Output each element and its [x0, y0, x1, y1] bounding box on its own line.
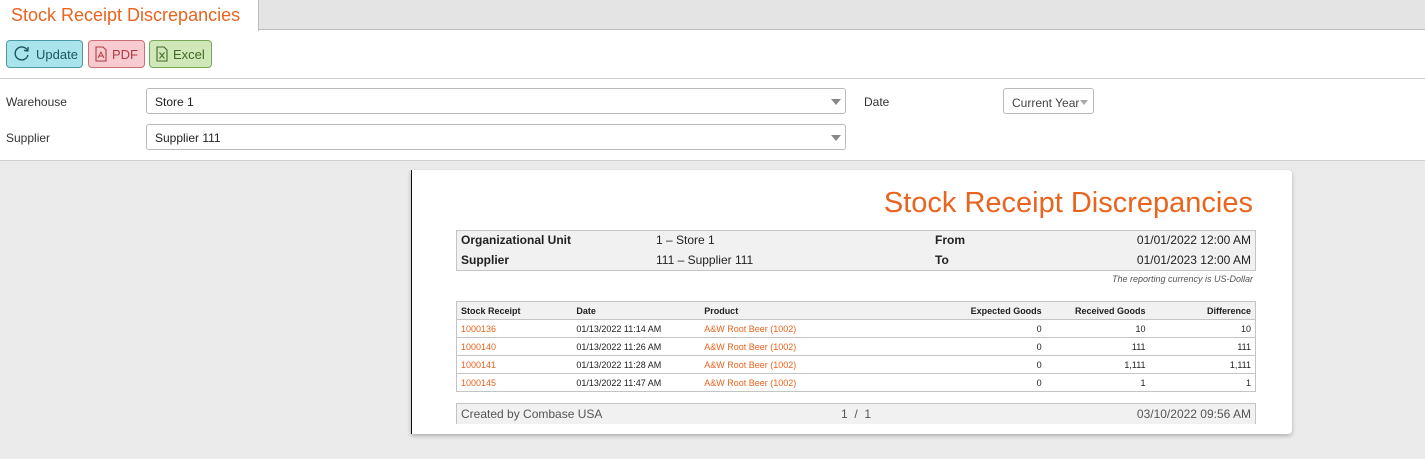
warehouse-value: Store 1: [155, 95, 194, 109]
warehouse-select[interactable]: Store 1: [146, 88, 846, 114]
refresh-icon: [13, 45, 31, 63]
pdf-button[interactable]: PDF: [88, 40, 145, 68]
receipt-date: 01/13/2022 11:47 AM: [572, 373, 701, 392]
from-value: 01/01/2022 12:00 AM: [1136, 233, 1251, 247]
excel-file-icon: [156, 46, 168, 62]
expected-goods: 0: [925, 373, 1046, 392]
warehouse-label: Warehouse: [6, 95, 67, 109]
column-header: Date: [572, 301, 701, 320]
received-goods: 10: [1045, 319, 1150, 338]
date-label: Date: [864, 95, 890, 109]
expected-goods: 0: [925, 355, 1046, 374]
table-row: 1000141 01/13/2022 11:28 AM A&W Root Bee…: [456, 355, 1256, 374]
update-label: Update: [36, 46, 78, 62]
supplier-label: Supplier: [6, 131, 51, 145]
table-row: 1000136 01/13/2022 11:14 AM A&W Root Bee…: [456, 319, 1256, 338]
report-title: Stock Receipt Discrepancies: [883, 187, 1253, 219]
tab-bar: Stock Receipt Discrepancies: [0, 0, 1425, 31]
currency-note: The reporting currency is US-Dollar: [1111, 274, 1253, 284]
created-by: Created by Combase USA: [461, 407, 603, 421]
tab-stock-receipt-discrepancies[interactable]: Stock Receipt Discrepancies: [0, 0, 259, 31]
chevron-down-icon: [831, 99, 841, 105]
difference: 1,111: [1149, 355, 1256, 374]
receipt-date: 01/13/2022 11:14 AM: [572, 319, 701, 338]
table-row: 1000145 01/13/2022 11:47 AM A&W Root Bee…: [456, 373, 1256, 392]
to-label: To: [935, 253, 949, 267]
table-header-row: Stock Receipt Date Product Expected Good…: [456, 301, 1256, 320]
column-header: Stock Receipt: [456, 301, 573, 320]
report-footer: Created by Combase USA 1 / 1 03/10/2022 …: [456, 403, 1256, 424]
pdf-file-icon: [95, 46, 107, 62]
report-page: Stock Receipt Discrepancies Organization…: [411, 170, 1292, 434]
excel-label: Excel: [173, 46, 205, 62]
update-button[interactable]: Update: [6, 40, 83, 68]
supplier-select[interactable]: Supplier 111: [146, 124, 846, 150]
received-goods: 111: [1045, 337, 1150, 356]
chevron-down-icon: [1080, 100, 1088, 105]
chevron-down-icon: [831, 135, 841, 141]
stock-receipt-link[interactable]: 1000145: [456, 373, 573, 392]
org-unit-value: 1 – Store 1: [656, 233, 715, 247]
received-goods: 1,111: [1045, 355, 1150, 374]
product-link[interactable]: A&W Root Beer (1002): [700, 355, 926, 374]
excel-button[interactable]: Excel: [149, 40, 212, 68]
page-number: 1 / 1: [841, 407, 872, 421]
stock-receipt-link[interactable]: 1000136: [456, 319, 573, 338]
pdf-label: PDF: [112, 46, 138, 62]
supplier-value: 111 – Supplier 111: [656, 253, 754, 267]
stock-receipt-link[interactable]: 1000141: [456, 355, 573, 374]
column-header: Product: [700, 301, 926, 320]
report-header-info: Organizational Unit 1 – Store 1 From 01/…: [456, 230, 1256, 271]
org-unit-label: Organizational Unit: [461, 233, 572, 247]
to-value: 01/01/2023 12:00 AM: [1136, 253, 1251, 267]
receipt-date: 01/13/2022 11:28 AM: [572, 355, 701, 374]
supplier-value: Supplier 111: [155, 131, 221, 145]
discrepancies-table: Stock Receipt Date Product Expected Good…: [456, 301, 1256, 392]
tab-title: Stock Receipt Discrepancies: [11, 5, 241, 25]
table-row: 1000140 01/13/2022 11:26 AM A&W Root Bee…: [456, 337, 1256, 356]
column-header: Received Goods: [1045, 301, 1150, 320]
product-link[interactable]: A&W Root Beer (1002): [700, 337, 926, 356]
expected-goods: 0: [925, 337, 1046, 356]
product-link[interactable]: A&W Root Beer (1002): [700, 373, 926, 392]
column-header: Expected Goods: [925, 301, 1046, 320]
receipt-date: 01/13/2022 11:26 AM: [572, 337, 701, 356]
report-timestamp: 03/10/2022 09:56 AM: [1136, 407, 1251, 421]
received-goods: 1: [1045, 373, 1150, 392]
supplier-label: Supplier: [461, 253, 510, 267]
difference: 1: [1149, 373, 1256, 392]
expected-goods: 0: [925, 319, 1046, 338]
stock-receipt-link[interactable]: 1000140: [456, 337, 573, 356]
product-link[interactable]: A&W Root Beer (1002): [700, 319, 926, 338]
date-select[interactable]: Current Year: [1003, 88, 1094, 114]
difference: 111: [1149, 337, 1256, 356]
date-value: Current Year: [1012, 96, 1080, 110]
column-header: Difference: [1149, 301, 1256, 320]
difference: 10: [1149, 319, 1256, 338]
toolbar-divider: [0, 78, 1425, 79]
from-label: From: [935, 233, 965, 247]
